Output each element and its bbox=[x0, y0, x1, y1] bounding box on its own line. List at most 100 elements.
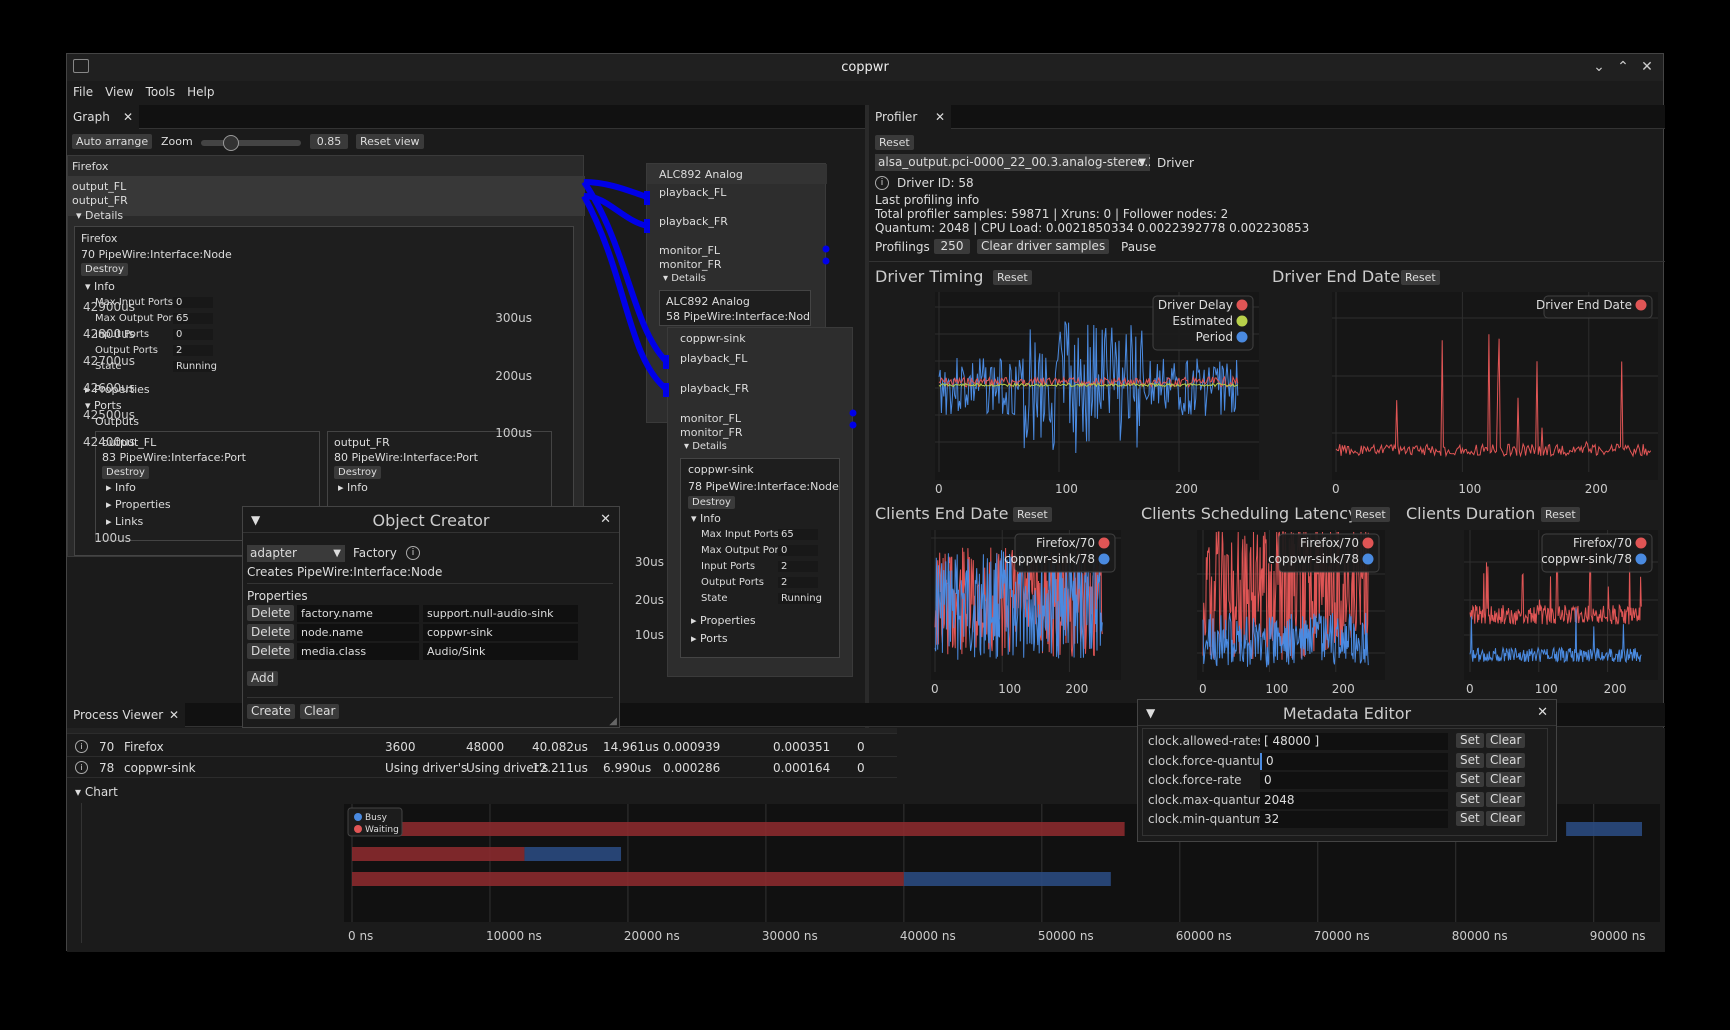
property-key-input[interactable]: media.class bbox=[297, 643, 419, 660]
metadata-set-button[interactable]: Set bbox=[1456, 791, 1484, 807]
zoom-value[interactable]: 0.85 bbox=[310, 134, 348, 149]
zoom-slider-handle[interactable] bbox=[223, 135, 239, 151]
metadata-value-input[interactable]: [ 48000 ] bbox=[1260, 733, 1448, 750]
menu-view[interactable]: View bbox=[99, 81, 139, 103]
clients-end-reset-button[interactable]: Reset bbox=[1013, 507, 1052, 522]
driver-timing-reset-button[interactable]: Reset bbox=[993, 270, 1032, 285]
properties-label: Properties bbox=[247, 589, 308, 603]
timeline-bar-waiting[interactable] bbox=[352, 847, 525, 861]
metadata-value-input[interactable]: 2048 bbox=[1260, 791, 1448, 809]
y-tick: 42800us bbox=[82, 327, 135, 341]
timeline-bar-busy[interactable] bbox=[903, 872, 1111, 886]
table-row-partial bbox=[67, 728, 897, 734]
driver-timing-chart[interactable]: Driver Delay Estimated Period bbox=[935, 292, 1259, 480]
timeline-bar-waiting[interactable] bbox=[352, 872, 904, 886]
timeline-bar-busy[interactable] bbox=[1566, 822, 1642, 836]
metadata-set-button[interactable]: Set bbox=[1456, 733, 1484, 748]
metadata-value-input[interactable]: 32 bbox=[1260, 811, 1448, 828]
port-connector[interactable] bbox=[849, 409, 857, 417]
delete-property-button[interactable]: Delete bbox=[247, 624, 295, 640]
clients-sched-chart[interactable]: Firefox/70 coppwr-sink/78 bbox=[1197, 530, 1385, 680]
metadata-key: clock.force-rate bbox=[1148, 773, 1242, 787]
metadata-clear-button[interactable]: Clear bbox=[1486, 811, 1526, 826]
close-tab-icon[interactable]: ✕ bbox=[169, 703, 179, 727]
tab-process-viewer[interactable]: Process Viewer ✕ bbox=[67, 703, 185, 727]
y-tick: 30us bbox=[634, 555, 664, 569]
link-wire[interactable] bbox=[581, 180, 668, 363]
driver-select[interactable]: alsa_output.pci-0000_22_00.3.analog-ster… bbox=[875, 154, 1150, 171]
close-icon[interactable]: ✕ bbox=[1537, 705, 1548, 720]
profilings-input[interactable]: 250 bbox=[934, 239, 970, 254]
object-type-select[interactable]: adapter ▼ bbox=[247, 545, 345, 562]
property-key-input[interactable]: factory.name bbox=[297, 605, 419, 622]
chart-legend: Driver Delay Estimated Period bbox=[1152, 295, 1254, 351]
profiler-reset-button[interactable]: Reset bbox=[875, 135, 914, 150]
maximize-icon[interactable]: ⌃ bbox=[1613, 54, 1633, 81]
link-wire[interactable] bbox=[581, 194, 668, 391]
info-icon[interactable]: i bbox=[406, 546, 420, 560]
clear-driver-samples-button[interactable]: Clear driver samples bbox=[977, 239, 1110, 254]
port-connector[interactable] bbox=[849, 421, 857, 429]
close-icon[interactable]: ✕ bbox=[1637, 54, 1657, 81]
chart-toggle[interactable]: ▾ Chart bbox=[75, 785, 118, 799]
clear-button[interactable]: Clear bbox=[300, 704, 340, 719]
metadata-clear-button[interactable]: Clear bbox=[1486, 752, 1526, 768]
minimize-icon[interactable]: ⌄ bbox=[1589, 54, 1609, 81]
pause-toggle[interactable]: Pause bbox=[1121, 240, 1156, 254]
clients-sched-reset-button[interactable]: Reset bbox=[1351, 507, 1390, 522]
metadata-set-button[interactable]: Set bbox=[1456, 811, 1484, 826]
zoom-slider[interactable] bbox=[201, 135, 301, 151]
tab-graph[interactable]: Graph ✕ bbox=[67, 105, 139, 129]
metadata-clear-button[interactable]: Clear bbox=[1486, 791, 1526, 807]
delete-property-button[interactable]: Delete bbox=[247, 605, 295, 621]
port-connector[interactable] bbox=[822, 257, 830, 265]
close-icon[interactable]: ✕ bbox=[600, 512, 611, 527]
tab-profiler[interactable]: Profiler ✕ bbox=[869, 105, 951, 129]
clients-duration-reset-button[interactable]: Reset bbox=[1541, 507, 1580, 522]
metadata-editor-title: Metadata Editor bbox=[1282, 704, 1412, 723]
close-tab-icon[interactable]: ✕ bbox=[935, 105, 945, 129]
info-icon[interactable]: i bbox=[875, 176, 889, 190]
menu-help[interactable]: Help bbox=[181, 81, 220, 103]
port-connector[interactable] bbox=[644, 191, 650, 205]
clients-duration-chart[interactable]: Firefox/70 coppwr-sink/78 bbox=[1464, 530, 1658, 680]
resize-handle[interactable]: ◢ bbox=[609, 716, 617, 727]
port-connector[interactable] bbox=[822, 245, 830, 253]
driver-end-reset-button[interactable]: Reset bbox=[1401, 270, 1440, 285]
info-icon[interactable]: i bbox=[75, 761, 88, 774]
create-button[interactable]: Create bbox=[247, 704, 295, 719]
property-key-input[interactable]: node.name bbox=[297, 624, 419, 641]
timeline-bar-waiting[interactable] bbox=[352, 822, 1125, 836]
object-creator-window: ▼ Object Creator ✕ adapter ▼ Factory i Cr… bbox=[242, 506, 620, 728]
metadata-set-button[interactable]: Set bbox=[1456, 752, 1484, 768]
metadata-key: clock.min-quantum bbox=[1148, 812, 1264, 826]
port-connector[interactable] bbox=[644, 219, 650, 233]
delete-property-button[interactable]: Delete bbox=[247, 643, 295, 659]
close-tab-icon[interactable]: ✕ bbox=[123, 105, 133, 129]
metadata-clear-button[interactable]: Clear bbox=[1486, 733, 1526, 748]
metadata-value-input[interactable]: 0 bbox=[1260, 772, 1448, 789]
port-connector[interactable] bbox=[663, 355, 669, 369]
info-icon[interactable]: i bbox=[75, 740, 88, 753]
reset-view-button[interactable]: Reset view bbox=[356, 134, 424, 149]
last-profiling-info: Last profiling info bbox=[875, 193, 980, 207]
legend-label: Firefox/70 bbox=[1573, 536, 1632, 550]
metadata-set-button[interactable]: Set bbox=[1456, 772, 1484, 787]
timeline-bar-busy[interactable] bbox=[524, 847, 622, 861]
metadata-value-input[interactable]: 0 bbox=[1260, 752, 1448, 770]
chart-legend: Firefox/70 coppwr-sink/78 bbox=[1004, 533, 1116, 573]
port-connector[interactable] bbox=[663, 383, 669, 397]
menu-tools[interactable]: Tools bbox=[140, 81, 182, 103]
property-value-input[interactable]: Audio/Sink bbox=[423, 643, 578, 660]
clients-end-chart[interactable]: Firefox/70 coppwr-sink/78 bbox=[931, 530, 1121, 680]
table-row[interactable]: i 70 Firefox 3600 48000 40.082us 14.961us 0.000… bbox=[67, 737, 897, 757]
property-value-input[interactable]: support.null-audio-sink bbox=[423, 605, 578, 622]
driver-end-chart[interactable]: Driver End Date bbox=[1332, 292, 1658, 480]
menu-file[interactable]: File bbox=[67, 81, 99, 103]
property-value-input[interactable]: coppwr-sink bbox=[423, 624, 578, 641]
auto-arrange-button[interactable]: Auto arrange bbox=[72, 134, 153, 149]
table-row[interactable]: i 78 coppwr-sink Using driver's Using driver… bbox=[67, 758, 897, 778]
metadata-clear-button[interactable]: Clear bbox=[1486, 772, 1526, 787]
add-property-button[interactable]: Add bbox=[247, 671, 279, 686]
metadata-key: clock.allowed-rates bbox=[1148, 734, 1264, 748]
